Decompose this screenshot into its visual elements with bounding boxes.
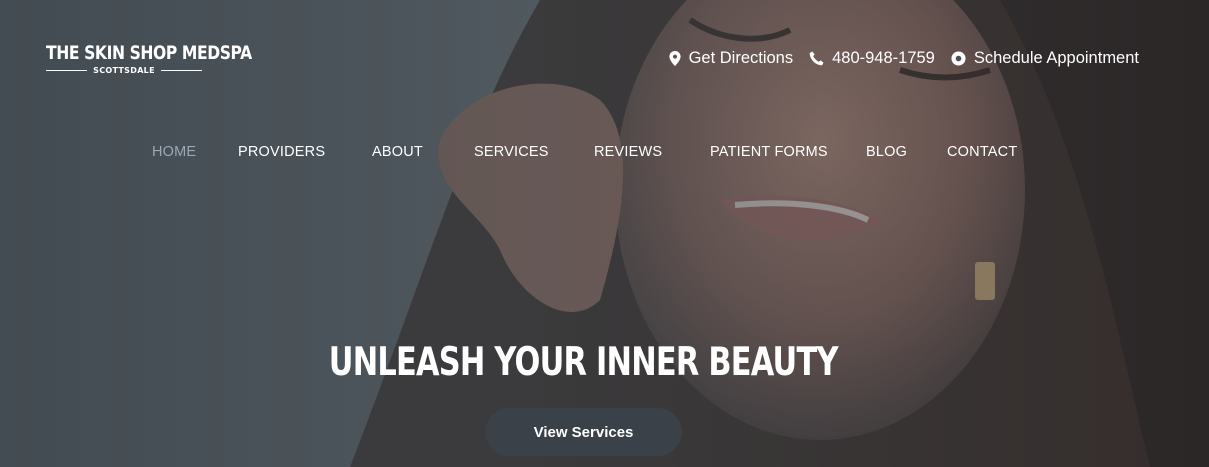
- brand-logo[interactable]: THE SKIN SHOP MEDSPA SCOTTSDALE: [42, 28, 282, 88]
- schedule-appointment-link[interactable]: Schedule Appointment: [951, 49, 1139, 68]
- record-circle-icon: [951, 50, 966, 66]
- nav-item-providers[interactable]: PROVIDERS: [238, 144, 325, 160]
- nav-item-about[interactable]: ABOUT: [372, 144, 423, 160]
- get-directions-link[interactable]: Get Directions: [668, 48, 794, 68]
- phone-link[interactable]: 480-948-1759: [809, 49, 935, 68]
- hero-headline-text: UNLEASH YOUR INNER BEAUTY: [328, 340, 839, 385]
- nav-item-patient-forms[interactable]: PATIENT FORMS: [710, 144, 828, 160]
- map-pin-icon: [668, 50, 681, 66]
- hero-headline: UNLEASH YOUR INNER BEAUTY: [0, 340, 1166, 385]
- top-utility-bar: Get Directions 480-948-1759 Schedule App…: [668, 46, 1139, 70]
- logo-divider-left: [46, 69, 88, 71]
- nav-item-contact[interactable]: CONTACT: [947, 144, 1017, 160]
- brand-location: SCOTTSDALE: [93, 65, 155, 75]
- logo-divider-right: [160, 69, 202, 71]
- nav-item-blog[interactable]: BLOG: [866, 144, 907, 160]
- main-navigation: HOME PROVIDERS ABOUT SERVICES REVIEWS PA…: [0, 144, 1209, 166]
- view-services-button[interactable]: View Services: [485, 408, 682, 456]
- nav-item-reviews[interactable]: REVIEWS: [594, 144, 662, 160]
- hero-section: THE SKIN SHOP MEDSPA SCOTTSDALE Get Dire…: [0, 0, 1209, 467]
- get-directions-label: Get Directions: [688, 48, 794, 67]
- phone-number: 480-948-1759: [832, 48, 935, 67]
- schedule-appointment-label: Schedule Appointment: [973, 48, 1139, 67]
- nav-item-services[interactable]: SERVICES: [474, 144, 549, 160]
- phone-icon: [809, 50, 824, 65]
- nav-item-home[interactable]: HOME: [152, 144, 196, 160]
- view-services-label: View Services: [533, 423, 634, 441]
- brand-name: THE SKIN SHOP MEDSPA: [46, 41, 252, 64]
